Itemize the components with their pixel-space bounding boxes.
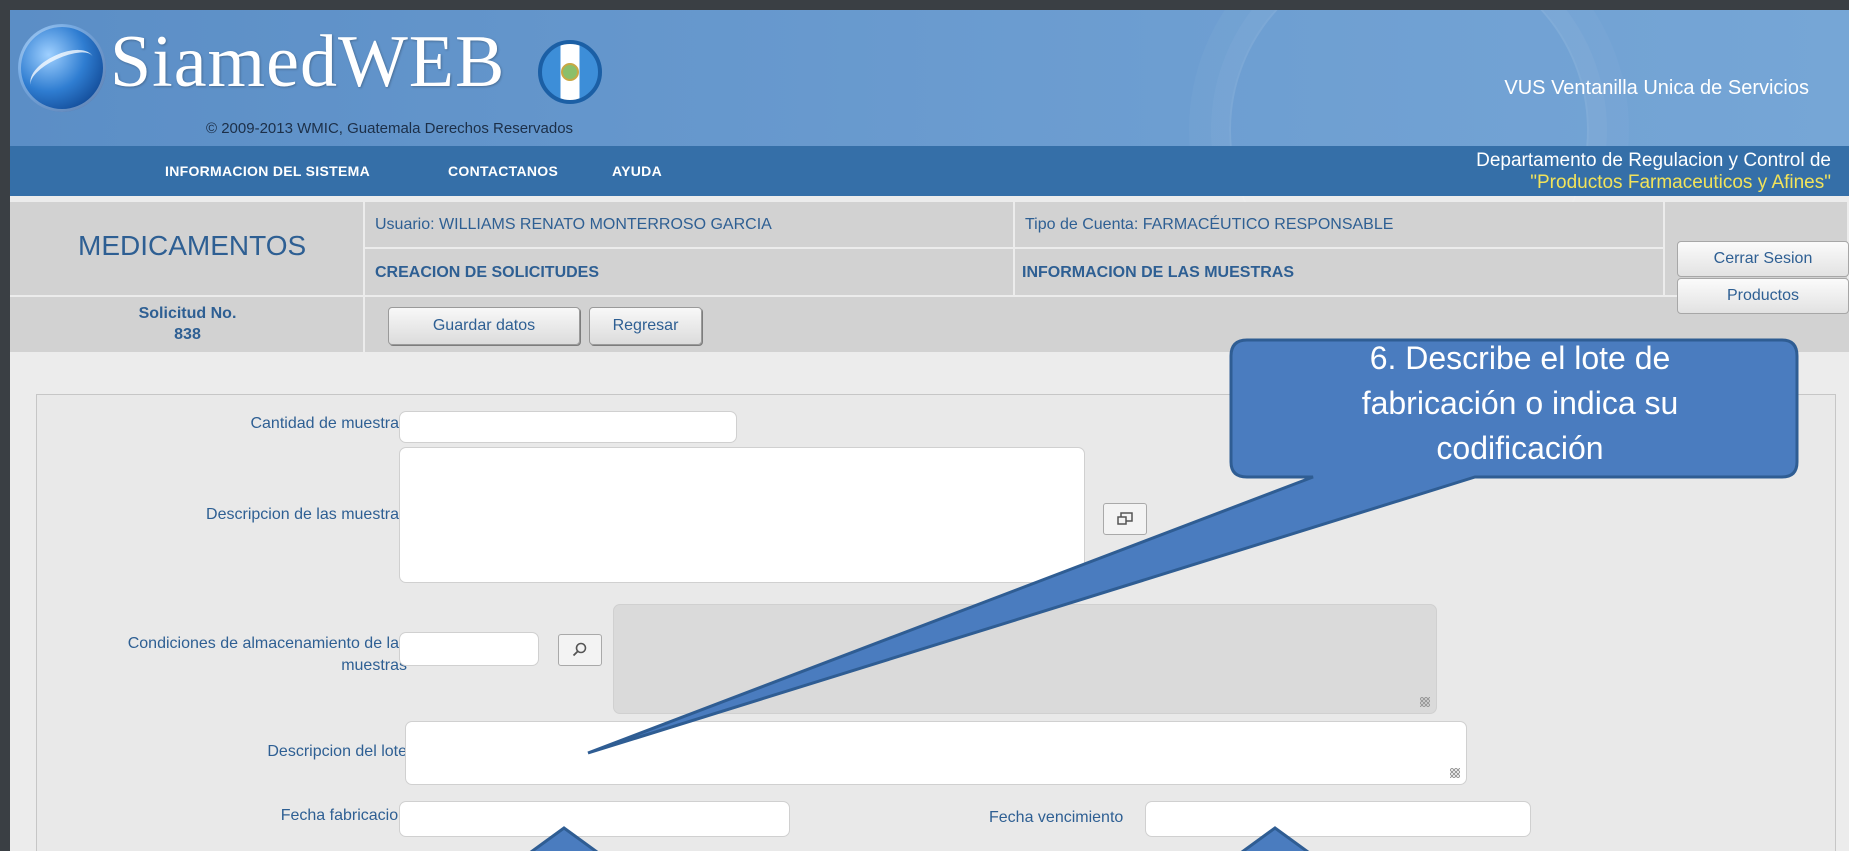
resize-grip-icon — [1420, 697, 1430, 707]
solicitud-cell: Solicitud No. 838 — [10, 297, 365, 354]
creacion-text: CREACION DE SOLICITUDES — [375, 264, 600, 281]
department-subtitle: "Productos Farmaceuticos y Afines" — [1530, 172, 1831, 193]
lote-textarea[interactable] — [405, 721, 1467, 785]
callout-line-3: codificación — [1436, 430, 1604, 466]
nav-bar: INFORMACION DEL SISTEMA CONTACTANOS AYUD… — [10, 146, 1849, 196]
usuario-cell: Usuario: WILLIAMS RENATO MONTERROSO GARC… — [365, 202, 1015, 249]
expand-window-icon[interactable] — [1103, 503, 1147, 535]
module-title: MEDICAMENTOS — [78, 230, 307, 261]
search-icon[interactable] — [558, 634, 602, 666]
app-page: SiamedWEB © 2009-2013 WMIC, Guatemala De… — [10, 10, 1849, 851]
fecha-vencimiento-input[interactable] — [1145, 801, 1531, 837]
condiciones-input[interactable] — [399, 632, 539, 666]
lote-label: Descripcion del lote — [267, 743, 407, 760]
condiciones-readonly-area — [613, 604, 1437, 714]
department-name: Departamento de Regulacion y Control de — [1476, 150, 1831, 171]
descripcion-textarea[interactable] — [399, 447, 1085, 583]
info-grid: MEDICAMENTOS Usuario: WILLIAMS RENATO MO… — [10, 202, 1849, 354]
informacion-cell: INFORMACION DE LAS MUESTRAS — [1015, 249, 1665, 297]
guardar-datos-button[interactable]: Guardar datos — [388, 307, 580, 345]
nav-item-contactanos[interactable]: CONTACTANOS — [448, 163, 558, 179]
module-cell: MEDICAMENTOS — [10, 202, 365, 297]
usuario-text: Usuario: WILLIAMS RENATO MONTERROSO GARC… — [375, 216, 772, 233]
regresar-button[interactable]: Regresar — [589, 307, 702, 345]
fecha-fabricacion-input[interactable] — [399, 801, 790, 837]
informacion-text: INFORMACION DE LAS MUESTRAS — [1022, 264, 1294, 281]
nav-item-informacion-sistema[interactable]: INFORMACION DEL SISTEMA — [165, 163, 370, 179]
productos-button[interactable]: Productos — [1677, 278, 1849, 314]
solicitud-label: Solicitud No. — [138, 305, 237, 322]
tipo-cuenta-text: Tipo de Cuenta: FARMACÉUTICO RESPONSABLE — [1025, 216, 1394, 233]
descripcion-label: Descripcion de las muestras — [206, 506, 407, 523]
condiciones-label-line2: muestras — [341, 657, 407, 674]
globe-logo-icon — [18, 24, 106, 112]
vencimiento-label: Fecha vencimiento — [989, 809, 1124, 826]
resize-grip-icon — [1450, 768, 1460, 778]
cantidad-label: Cantidad de muestras — [250, 415, 407, 432]
vus-title: VUS Ventanilla Unica de Servicios — [1504, 77, 1809, 99]
cerrar-sesion-button[interactable]: Cerrar Sesion — [1677, 241, 1849, 277]
solicitud-number: 838 — [174, 326, 201, 343]
nav-item-ayuda[interactable]: AYUDA — [612, 163, 662, 179]
fabricacion-label: Fecha fabricacion — [280, 807, 407, 824]
cantidad-input[interactable] — [399, 411, 737, 443]
copyright-text: © 2009-2013 WMIC, Guatemala Derechos Res… — [206, 120, 574, 137]
callout-line-2: fabricación o indica su — [1361, 385, 1679, 421]
condiciones-label-line1: Condiciones de almacenamiento de las — [127, 635, 407, 652]
guatemala-flag-icon — [538, 40, 602, 104]
creacion-cell: CREACION DE SOLICITUDES — [365, 249, 1015, 297]
tipo-cuenta-cell: Tipo de Cuenta: FARMACÉUTICO RESPONSABLE — [1015, 202, 1665, 249]
header-banner: SiamedWEB © 2009-2013 WMIC, Guatemala De… — [10, 10, 1849, 310]
callout-line-1: 6. Describe el lote de — [1369, 340, 1671, 376]
app-logo-text: SiamedWEB — [110, 21, 506, 103]
callout-text: 6. Describe el lote de fabricación o ind… — [1240, 336, 1800, 476]
